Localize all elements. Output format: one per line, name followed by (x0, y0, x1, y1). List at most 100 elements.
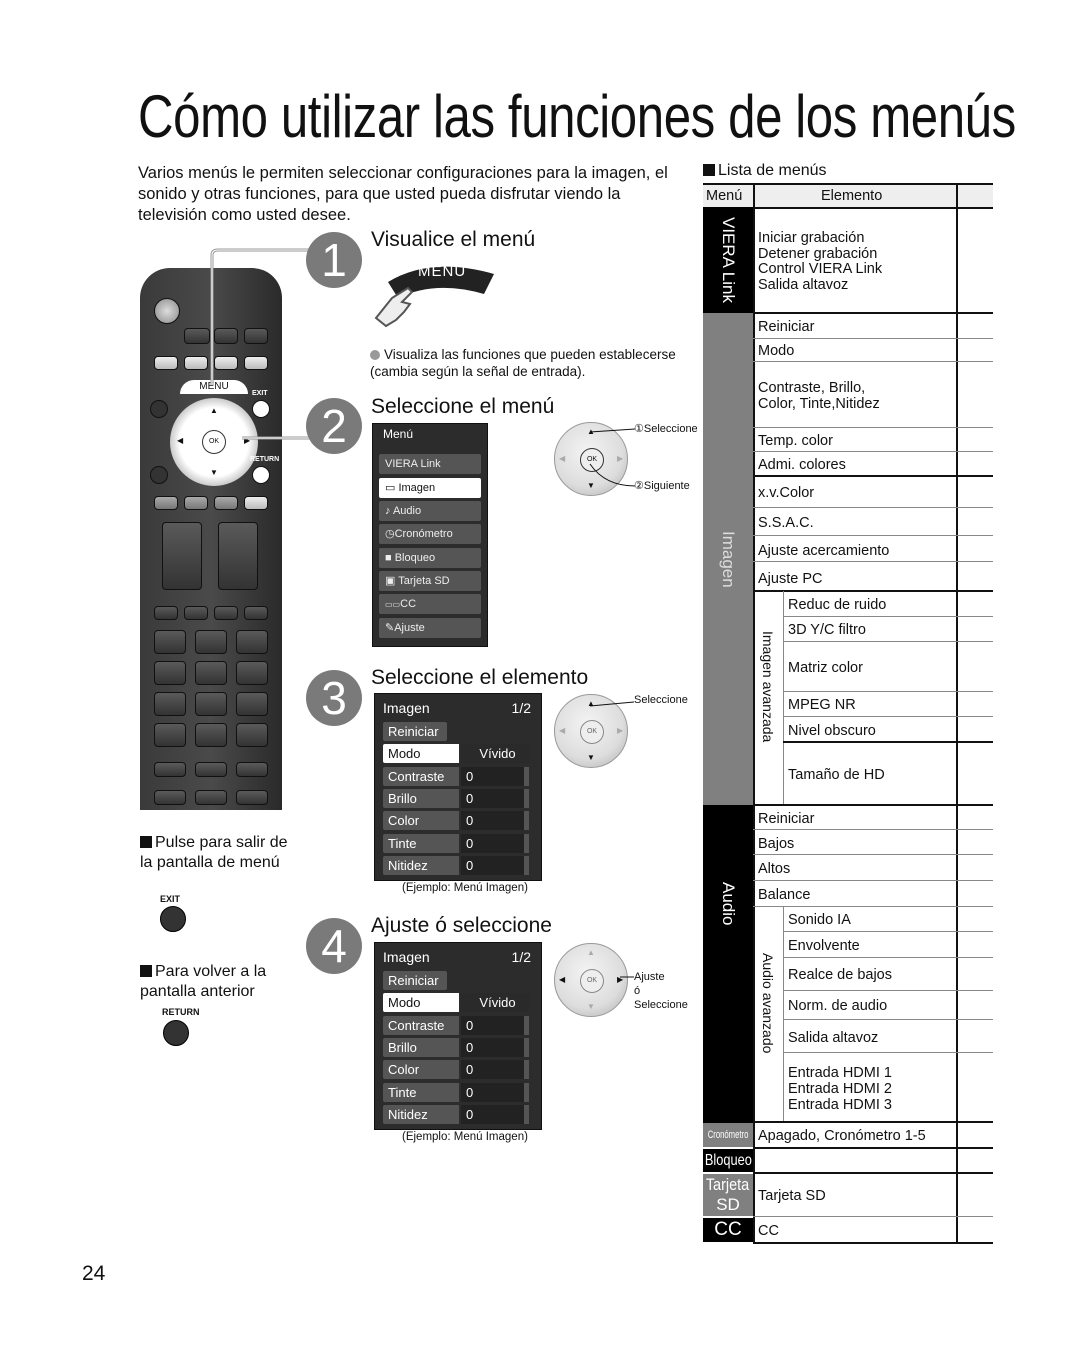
remote-button (236, 790, 268, 805)
cronometro-label: Cronómetro (707, 1129, 749, 1141)
step-2-callout-next: ②Siguiente (634, 480, 690, 492)
menu-item-bloqueo[interactable]: ■ Bloqueo (379, 548, 481, 568)
return-button-icon (252, 466, 270, 484)
bloqueo-label: Bloqueo (704, 1151, 752, 1169)
main-menu-header: Menú (383, 427, 414, 441)
remote-button (154, 692, 186, 716)
menu-item-label: CC (400, 598, 417, 610)
setting-row-contraste[interactable]: Contraste 0 (383, 1016, 529, 1035)
reset-item[interactable]: Reiniciar (383, 971, 447, 990)
row-divider (753, 361, 993, 362)
wrench-icon: ✎ (385, 622, 395, 634)
setting-row-brillo[interactable]: Brillo 0 (383, 789, 529, 808)
item-entrada-hdmi: Entrada HDMI 1 Entrada HDMI 2 Entrada HD… (788, 1065, 892, 1113)
reset-item[interactable]: Reiniciar (383, 722, 447, 741)
row-divider (783, 691, 993, 692)
ok-icon: OK (580, 720, 604, 744)
remote-button (154, 496, 178, 510)
item-3d-yc-filtro: 3D Y/C filtro (788, 622, 866, 638)
tarjeta-label: Tarjeta (706, 1175, 750, 1194)
remote-button (195, 661, 227, 685)
item-apagado-cronometro: Apagado, Cronómetro 1-5 (758, 1128, 926, 1144)
remote-button (195, 790, 227, 805)
item-cc: CC (758, 1223, 779, 1239)
imagen-menu-header: Imagen (383, 700, 430, 716)
setting-row-modo[interactable]: Modo Vívido (383, 993, 529, 1012)
setting-value: Vívido (461, 993, 529, 1012)
menu-item-viera-link[interactable]: VIERA Link (379, 454, 481, 474)
menu-item-cc[interactable]: ▭▭CC (379, 594, 481, 614)
remote-button (195, 692, 227, 716)
item-bajos: Bajos (758, 836, 795, 852)
remote-side-button (150, 466, 168, 484)
sd-card-icon: ▣ (385, 575, 399, 587)
item-control-viera-link: Control VIERA Link (758, 261, 883, 277)
table-divider (956, 183, 958, 1243)
step-3-title: Seleccione el elemento (371, 666, 589, 689)
remote-button (184, 606, 208, 620)
setting-value: 0 (461, 1083, 529, 1102)
item-audio-reiniciar: Reiniciar (758, 811, 815, 827)
menu-item-imagen[interactable]: ▭ Imagen (379, 478, 481, 498)
exit-button-icon (160, 906, 186, 932)
setting-row-tinte[interactable]: Tinte 0 (383, 1083, 529, 1102)
return-button-icon (163, 1020, 189, 1046)
item-xv-color: x.v.Color (758, 485, 815, 501)
setting-row-brillo[interactable]: Brillo 0 (383, 1038, 529, 1057)
menu-band-bloqueo: Bloqueo (703, 1149, 753, 1172)
imagen-avanzada-label: Imagen avanzada (760, 631, 776, 743)
ok-icon: OK (580, 969, 604, 993)
setting-label: Contraste (383, 767, 459, 786)
row-divider (753, 338, 993, 339)
step-4-callout-select: Seleccione (634, 999, 688, 1011)
menu-item-ajuste[interactable]: ✎Ajuste (379, 618, 481, 638)
row-divider (753, 1242, 993, 1244)
viera-link-label: VIERA Link (719, 217, 738, 303)
row-divider (783, 716, 993, 717)
setting-row-contraste[interactable]: Contraste 0 (383, 767, 529, 786)
row-divider (753, 854, 993, 855)
item-reduc-de-ruido: Reduc de ruido (788, 597, 887, 613)
setting-row-color[interactable]: Color 0 (383, 1060, 529, 1079)
menu-item-label: Imagen (398, 482, 436, 494)
main-menu-screen: Menú VIERA Link ▭ Imagen ♪ Audio ◷Cronóm… (372, 423, 488, 647)
callout-leader-lines (589, 428, 636, 487)
remote-button (244, 496, 268, 510)
remote-button (195, 723, 227, 747)
setting-row-nitidez[interactable]: Nitidez 0 (383, 856, 529, 875)
step-1-title: Visualice el menú (371, 228, 536, 251)
menu-list-heading-text: Lista de menús (718, 162, 827, 179)
item-salida-altavoz: Salida altavoz (758, 277, 849, 293)
menu-item-cronometro[interactable]: ◷Cronómetro (379, 524, 481, 544)
remote-button (154, 356, 178, 370)
menu-item-label: Bloqueo (394, 552, 436, 564)
remote-button (236, 762, 268, 777)
return-note-text: Para volver a la pantalla anterior (140, 963, 267, 1000)
menu-item-label: Ajuste (394, 622, 425, 634)
setting-row-nitidez[interactable]: Nitidez 0 (383, 1105, 529, 1124)
setting-label: Nitidez (383, 856, 459, 875)
remote-button (195, 762, 227, 777)
menu-band-audio: Audio (703, 805, 753, 1123)
setting-row-modo[interactable]: Modo Vívido (383, 744, 529, 763)
sd-label: SD (716, 1195, 740, 1214)
remote-button (184, 496, 208, 510)
setting-value: Vívido (461, 744, 529, 763)
menu-band-viera-link: VIERA Link (703, 207, 753, 313)
menu-item-label: VIERA Link (385, 458, 441, 470)
setting-row-color[interactable]: Color 0 (383, 811, 529, 830)
item-contraste-brillo: Contraste, Brillo, Color, Tinte,Nitidez (758, 380, 880, 412)
picture-icon: ▭ (385, 482, 399, 494)
row-divider (753, 880, 993, 881)
sub-divider (783, 907, 784, 1122)
row-divider (753, 1216, 993, 1217)
setting-row-tinte[interactable]: Tinte 0 (383, 834, 529, 853)
exit-button-label: EXIT (160, 894, 181, 904)
menu-item-audio[interactable]: ♪ Audio (379, 501, 481, 521)
item-reiniciar: Reiniciar (758, 319, 815, 335)
cc-icon: ▭▭ (385, 600, 401, 609)
cc-label: CC (714, 1219, 742, 1240)
menu-item-tarjeta-sd[interactable]: ▣ Tarjeta SD (379, 571, 481, 591)
return-note: Para volver a la pantalla anterior (140, 962, 300, 1002)
item-nivel-obscuro: Nivel obscuro (788, 723, 876, 739)
